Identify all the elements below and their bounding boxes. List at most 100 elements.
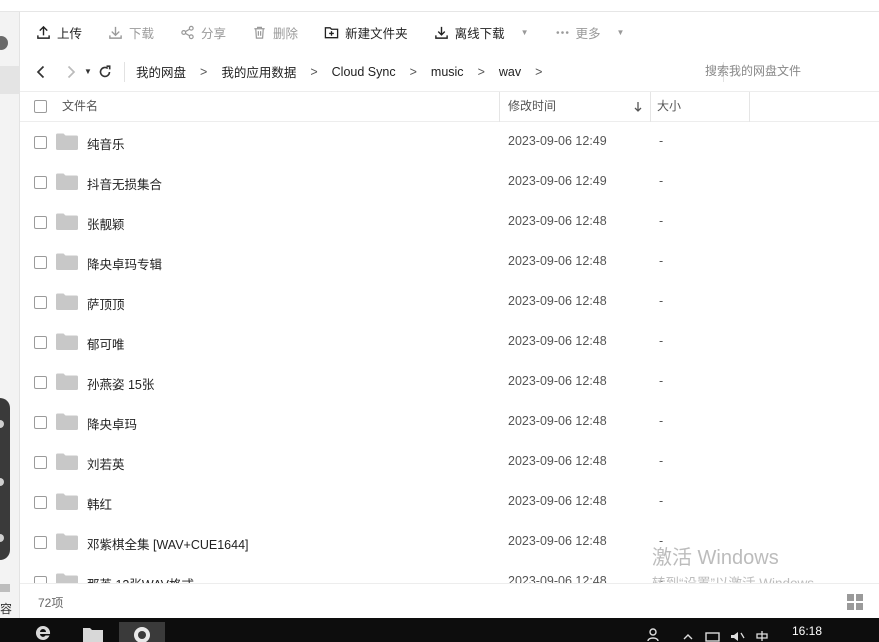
breadcrumb-item-wav[interactable]: wav bbox=[496, 65, 524, 79]
sort-descending-icon[interactable] bbox=[634, 101, 642, 113]
toolbar: 上传 下载 分享 删除 新建文件夹 离线下载 ▼ 更多 ▼ bbox=[20, 12, 879, 52]
table-row[interactable]: 抖音无损集合 2023-09-06 12:49 - bbox=[20, 162, 879, 202]
file-name[interactable]: 韩红 bbox=[87, 494, 112, 513]
column-divider[interactable] bbox=[650, 92, 651, 122]
chevron-right-icon bbox=[67, 65, 76, 78]
column-divider[interactable] bbox=[749, 92, 750, 122]
table-row[interactable]: 降央卓玛专辑 2023-09-06 12:48 - bbox=[20, 242, 879, 282]
breadcrumb-item-music[interactable]: music bbox=[428, 65, 467, 79]
table-row[interactable]: 韩红 2023-09-06 12:48 - bbox=[20, 482, 879, 522]
row-checkbox[interactable] bbox=[34, 576, 47, 583]
table-row[interactable]: 萨顶顶 2023-09-06 12:48 - bbox=[20, 282, 879, 322]
breadcrumb-arrow-icon: > bbox=[200, 64, 208, 79]
new-folder-button[interactable]: 新建文件夹 bbox=[324, 19, 408, 45]
column-header-modified[interactable]: 修改时间 bbox=[508, 92, 556, 122]
breadcrumb-item-app-data[interactable]: 我的应用数据 bbox=[218, 62, 299, 81]
file-modified-time: 2023-09-06 12:48 bbox=[508, 254, 607, 268]
row-checkbox[interactable] bbox=[34, 496, 47, 509]
table-row[interactable]: 纯音乐 2023-09-06 12:49 - bbox=[20, 122, 879, 162]
chevron-up-icon[interactable] bbox=[682, 622, 694, 642]
people-icon[interactable] bbox=[646, 622, 660, 642]
offline-download-icon bbox=[434, 26, 448, 39]
breadcrumb-item-cloud-sync[interactable]: Cloud Sync bbox=[329, 65, 399, 79]
table-row[interactable]: 郁可唯 2023-09-06 12:48 - bbox=[20, 322, 879, 362]
file-size: - bbox=[659, 174, 664, 188]
breadcrumb-arrow-icon: > bbox=[310, 64, 318, 79]
breadcrumb-arrow-icon: > bbox=[409, 64, 417, 79]
folder-icon bbox=[56, 293, 78, 310]
file-modified-time: 2023-09-06 12:48 bbox=[508, 414, 607, 428]
history-dropdown-icon[interactable]: ▼ bbox=[82, 61, 94, 83]
file-size: - bbox=[659, 214, 664, 228]
row-checkbox[interactable] bbox=[34, 296, 47, 309]
sidebar-selected-item[interactable] bbox=[0, 66, 20, 94]
file-modified-time: 2023-09-06 12:48 bbox=[508, 334, 607, 348]
column-divider[interactable] bbox=[499, 92, 500, 122]
internet-explorer-icon[interactable] bbox=[32, 622, 54, 642]
file-modified-time: 2023-09-06 12:48 bbox=[508, 454, 607, 468]
network-icon[interactable] bbox=[704, 622, 722, 642]
file-name[interactable]: 郁可唯 bbox=[87, 334, 125, 353]
sidebar-partial-label: 容 bbox=[0, 602, 13, 616]
chevron-down-icon[interactable]: ▼ bbox=[521, 28, 529, 37]
breadcrumb-item-my-drive[interactable]: 我的网盘 bbox=[133, 62, 189, 81]
row-checkbox[interactable] bbox=[34, 456, 47, 469]
delete-button[interactable]: 删除 bbox=[252, 19, 298, 45]
volume-icon[interactable] bbox=[729, 622, 745, 642]
table-row[interactable]: 张靓颖 2023-09-06 12:48 - bbox=[20, 202, 879, 242]
row-checkbox[interactable] bbox=[34, 416, 47, 429]
row-checkbox[interactable] bbox=[34, 256, 47, 269]
grid-view-icon[interactable] bbox=[847, 594, 863, 610]
download-button[interactable]: 下载 bbox=[108, 19, 154, 45]
select-all-checkbox[interactable] bbox=[34, 100, 47, 113]
file-name[interactable]: 抖音无损集合 bbox=[87, 174, 162, 193]
row-checkbox[interactable] bbox=[34, 176, 47, 189]
file-name[interactable]: 刘若英 bbox=[87, 454, 125, 473]
taskbar: 16:18 bbox=[0, 618, 879, 642]
breadcrumb-arrow-icon[interactable]: > bbox=[524, 65, 553, 79]
breadcrumb-arrow-icon: > bbox=[477, 64, 485, 79]
folder-icon bbox=[56, 253, 78, 270]
file-name[interactable]: 萨顶顶 bbox=[87, 294, 125, 313]
file-name[interactable]: 孙燕姿 15张 bbox=[87, 374, 154, 393]
row-checkbox[interactable] bbox=[34, 376, 47, 389]
upload-icon bbox=[37, 25, 50, 39]
delete-label: 删除 bbox=[273, 26, 299, 41]
input-method-icon[interactable] bbox=[755, 622, 769, 642]
forward-button[interactable] bbox=[60, 61, 82, 83]
file-name[interactable]: 张靓颖 bbox=[87, 214, 125, 233]
chevron-down-icon[interactable]: ▼ bbox=[617, 28, 625, 37]
file-name[interactable]: 那英 12张WAV格式 bbox=[87, 574, 194, 583]
download-icon bbox=[109, 26, 122, 39]
row-checkbox[interactable] bbox=[34, 336, 47, 349]
taskbar-clock[interactable]: 16:18 bbox=[792, 624, 822, 638]
offline-download-button[interactable]: 离线下载 ▼ bbox=[434, 19, 529, 45]
table-row[interactable]: 孙燕姿 15张 2023-09-06 12:48 - bbox=[20, 362, 879, 402]
search-input[interactable]: 搜索我的网盘文件 bbox=[705, 62, 845, 79]
row-checkbox[interactable] bbox=[34, 136, 47, 149]
avatar[interactable] bbox=[0, 36, 8, 50]
row-checkbox[interactable] bbox=[34, 536, 47, 549]
table-row[interactable]: 刘若英 2023-09-06 12:48 - bbox=[20, 442, 879, 482]
sidebar-thumbnail[interactable] bbox=[0, 398, 10, 560]
navigation-bar: ▼ 我的网盘 > 我的应用数据 > Cloud Sync > music > w… bbox=[20, 52, 879, 92]
folder-icon bbox=[56, 573, 78, 583]
file-explorer-icon[interactable] bbox=[82, 622, 104, 642]
cloud-drive-taskbar-button[interactable] bbox=[119, 622, 165, 642]
share-button[interactable]: 分享 bbox=[180, 19, 226, 45]
upload-button[interactable]: 上传 bbox=[36, 19, 82, 45]
file-name[interactable]: 降央卓玛 bbox=[87, 414, 137, 433]
file-name[interactable]: 降央卓玛专辑 bbox=[87, 254, 162, 273]
file-name[interactable]: 邓紫棋全集 [WAV+CUE1644] bbox=[87, 534, 249, 553]
column-header-name[interactable]: 文件名 bbox=[62, 92, 98, 122]
column-header-size[interactable]: 大小 bbox=[657, 92, 681, 122]
file-name[interactable]: 纯音乐 bbox=[87, 134, 125, 153]
refresh-button[interactable] bbox=[94, 61, 116, 83]
row-checkbox[interactable] bbox=[34, 216, 47, 229]
more-button[interactable]: 更多 ▼ bbox=[555, 19, 625, 45]
back-button[interactable] bbox=[30, 61, 52, 83]
folder-icon bbox=[56, 533, 78, 550]
file-size: - bbox=[659, 294, 664, 308]
table-row[interactable]: 降央卓玛 2023-09-06 12:48 - bbox=[20, 402, 879, 442]
watermark-title: 激活 Windows bbox=[652, 547, 779, 569]
